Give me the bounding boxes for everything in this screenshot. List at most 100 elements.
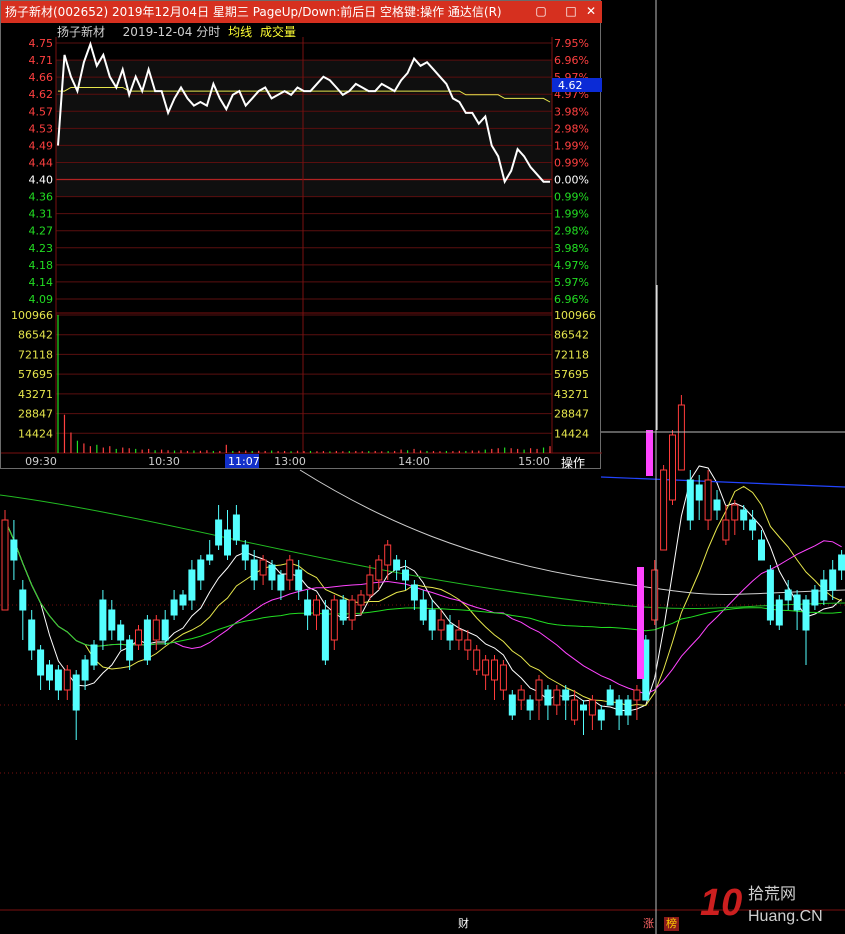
pct-tick-label: 0.00%: [554, 174, 589, 187]
candle-body: [535, 679, 543, 701]
price-tick-label: 4.57: [29, 105, 54, 118]
pct-tick-label: 7.95%: [554, 37, 589, 50]
volume-tick-label-right: 100966: [554, 309, 596, 322]
candle-body: [241, 544, 249, 561]
candle-body: [179, 594, 187, 606]
maximize-icon[interactable]: □: [564, 4, 578, 18]
close-icon[interactable]: ✕: [584, 4, 598, 18]
candle-body: [393, 559, 401, 571]
candle-body: [624, 699, 632, 716]
price-tick-label: 4.49: [29, 139, 54, 152]
candle-body: [571, 699, 579, 721]
candle-body: [108, 609, 116, 631]
pct-tick-label: 0.99%: [554, 191, 589, 204]
volume-tick-label: 28847: [18, 408, 53, 421]
price-tick-label: 4.62: [29, 88, 54, 101]
candle-body: [588, 699, 596, 716]
candle-body: [259, 559, 267, 576]
volume-tick-label: 100966: [11, 309, 53, 322]
pct-tick-label: 6.96%: [554, 54, 589, 67]
candle-body: [215, 519, 223, 546]
volume-tick-label-right: 28847: [554, 408, 589, 421]
price-tick-label: 4.09: [29, 293, 54, 306]
window-titlebar[interactable]: 扬子新材(002652) 2019年12月04日 星期三 PageUp/Down…: [1, 1, 602, 23]
price-tick-label: 4.44: [29, 156, 54, 169]
candle-body: [170, 599, 178, 616]
volume-tick-label: 86542: [18, 329, 53, 342]
dragon-tiger-list-marker-icon[interactable]: 榜: [664, 917, 679, 931]
candle-body: [232, 514, 240, 541]
limit-up-candle: [637, 567, 644, 679]
candle-body: [152, 619, 160, 641]
candle-body: [437, 619, 445, 631]
candle-body: [161, 619, 169, 641]
candle-body: [758, 539, 765, 561]
candle-body: [482, 659, 490, 676]
candle-body: [384, 544, 392, 566]
svg-text:拾荒网: 拾荒网: [748, 885, 796, 903]
candle-body: [473, 649, 481, 671]
candle-body: [704, 479, 712, 521]
pct-tick-label: 0.99%: [554, 156, 589, 169]
moving-average-line-long: [0, 494, 845, 609]
volume-tick-label: 43271: [18, 388, 53, 401]
price-tick-label: 4.27: [29, 225, 54, 238]
current-price-label: 4.62: [558, 79, 583, 92]
candle-body: [224, 529, 231, 556]
candle-body: [446, 624, 454, 641]
operate-button[interactable]: 操作: [561, 454, 585, 471]
pct-tick-label: 5.97%: [554, 276, 589, 289]
candle-body: [615, 699, 623, 716]
candle-body: [526, 699, 534, 711]
volume-tick-label: 14424: [18, 427, 53, 440]
intraday-chart[interactable]: 4.75 7.95% 4.71 6.96% 4.66 5.97% 4.62 4.97% 4.57…: [1, 23, 602, 470]
volume-tick-label: 72118: [18, 348, 53, 361]
candle-body: [544, 689, 552, 706]
restore-icon[interactable]: ▢: [534, 4, 548, 18]
candle-body: [286, 559, 294, 581]
volume-tick-label-right: 43271: [554, 388, 589, 401]
candle-body: [63, 669, 71, 691]
candle-body: [562, 689, 570, 701]
candle-body: [651, 569, 659, 621]
pct-tick-label: 3.98%: [554, 105, 589, 118]
candle-body: [695, 484, 703, 501]
cursor-time-label: 11:07: [228, 455, 260, 468]
candle-body: [339, 599, 347, 621]
candle-body: [321, 609, 329, 661]
price-tick-label: 4.36: [29, 191, 54, 204]
candle-body: [81, 659, 89, 681]
pct-tick-label: 1.99%: [554, 139, 589, 152]
pct-tick-label: 2.98%: [554, 122, 589, 135]
candle-body: [820, 579, 828, 601]
site-watermark-logo: 10 拾荒网 Huang.CN: [700, 882, 823, 925]
time-tick-label: 15:00: [518, 455, 550, 468]
candle-body: [731, 504, 739, 521]
volume-tick-label: 57695: [18, 368, 53, 381]
candle-body: [428, 609, 436, 631]
candle-body: [677, 404, 685, 471]
candle-body: [188, 569, 196, 601]
candle-body: [357, 594, 365, 606]
finance-marker-icon[interactable]: 财: [456, 917, 471, 931]
candle-body: [268, 564, 276, 581]
candle-body: [99, 599, 107, 641]
pct-tick-label: 6.96%: [554, 293, 589, 306]
moving-average-line-long: [600, 476, 845, 488]
candle-body: [295, 569, 303, 591]
volume-tick-label-right: 57695: [554, 368, 589, 381]
candle-body: [597, 709, 605, 721]
price-tick-label: 4.18: [29, 259, 54, 272]
candle-body: [766, 569, 774, 621]
candle-body: [348, 599, 356, 621]
candle-body: [749, 519, 757, 531]
intraday-popup-window[interactable]: 扬子新材(002652) 2019年12月04日 星期三 PageUp/Down…: [0, 0, 602, 471]
price-tick-label: 4.40: [29, 174, 54, 187]
candle-body: [713, 499, 721, 511]
limit-up-marker-icon[interactable]: 涨: [641, 917, 656, 931]
candle-body: [811, 589, 819, 606]
candle-body: [517, 689, 525, 701]
candle-body: [366, 574, 374, 596]
candle-body: [829, 569, 837, 591]
intraday-volume-bars: [57, 315, 551, 453]
